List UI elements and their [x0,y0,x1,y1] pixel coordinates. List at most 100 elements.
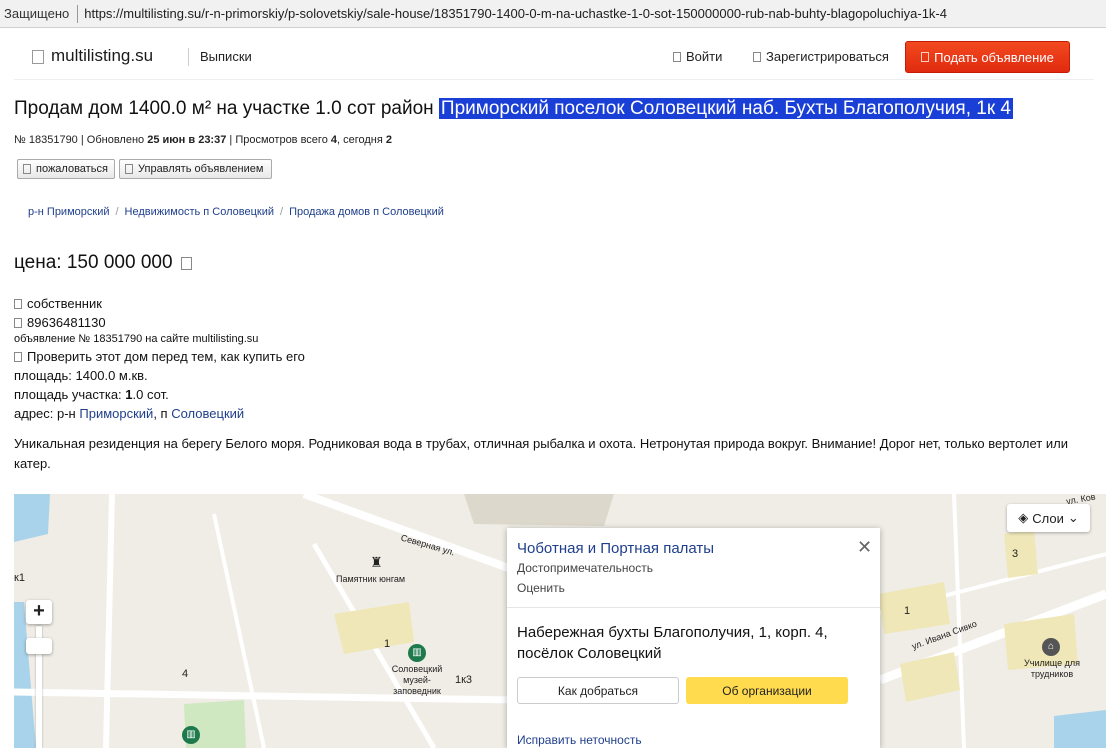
map-building [1004,530,1038,578]
phone-icon [14,318,22,328]
updated-value: 25 июн в 23:37 [147,134,227,146]
popup-title[interactable]: Чоботная и Портная палаты [517,540,714,557]
breadcrumb-separator: / [115,206,119,218]
register-link[interactable]: Зарегистрироваться [753,49,889,64]
popup-address: Набережная бухты Благополучия, 1, корп. … [517,624,828,662]
phone-row[interactable]: 89636481130 [14,315,106,330]
map-label-monument[interactable]: Памятник юнгам [336,574,405,584]
map-label-museum[interactable]: Соловецкий музей-заповедник [384,664,450,697]
place-popup: Чоботная и Портная палаты Достопримечате… [507,528,880,748]
map-house-number: 1 [904,605,911,617]
chevron-down-icon: ⌄ [1067,510,1079,525]
address-row: адрес: р-н Приморский, п Соловецкий [14,406,244,421]
manage-label: Управлять объявлением [138,163,264,175]
site-header: multilisting.su Выписки Войти Зарегистри… [14,34,1094,80]
phone-value: 89636481130 [27,315,106,330]
title-prefix: Продам дом 1400.0 м² на участке 1.0 сот … [14,98,439,119]
address-bar-divider [77,4,79,23]
price: цена: 150 000 000 [14,252,197,274]
zoom-in-button[interactable]: + [26,600,52,624]
today-label: сегодня [343,134,383,146]
updated-label: Обновлено [86,134,145,146]
listing-number: № 18351790 [14,134,78,146]
listing-description: Уникальная резиденция на берегу Белого м… [14,436,1068,471]
currency-icon [180,257,192,270]
close-icon[interactable]: ✕ [857,538,872,556]
school-icon[interactable]: ⌂ [1042,638,1060,656]
layers-label: Слои [1032,510,1064,526]
fix-inaccuracy-link[interactable]: Исправить неточность [517,733,642,747]
post-ad-icon [921,52,930,62]
check-house-link: Проверить этот дом перед тем, как купить… [27,349,305,364]
map-label-school[interactable]: Училище для трудников [1016,658,1088,680]
breadcrumb-separator: / [280,206,284,218]
zoom-slider-handle[interactable] [26,638,52,654]
popup-category: Достопримечательность [517,561,653,575]
register-label: Зарегистрироваться [766,49,889,64]
complain-button[interactable]: пожаловаться [17,159,115,179]
address-sep: , п [153,406,168,421]
manage-listing-button[interactable]: Управлять объявлением [119,159,272,179]
plot-row: площадь участка: 1.0 сот. [14,387,169,402]
map-road [952,494,966,748]
manage-icon [125,164,133,174]
map[interactable]: к1 4 1 1к3 1 3 ♜ Памятник юнгам Северная… [14,494,1106,748]
vypiski-link[interactable]: Выписки [200,49,252,64]
plot-label: площадь участка: [14,387,122,402]
complain-label: пожаловаться [36,163,108,175]
listing-meta: № 18351790 | Обновлено 25 июн в 23:37 | … [14,134,393,146]
museum-icon[interactable]: ▥ [408,644,426,662]
route-button[interactable]: Как добраться [517,677,679,704]
views-label: Просмотров всего [235,134,328,146]
area-row: площадь: 1400.0 м.кв. [14,368,148,383]
secure-label[interactable]: Защищено [0,6,77,21]
title-highlight: Приморский поселок Соловецкий наб. Бухты… [438,98,1013,119]
map-building [900,652,960,702]
login-label: Войти [686,49,723,64]
map-house-number: 1 [384,638,391,650]
address-district-link[interactable]: Приморский [79,406,153,421]
owner-row: собственник [14,296,102,311]
map-road [103,494,115,748]
login-link[interactable]: Войти [673,49,722,64]
site-logo[interactable]: multilisting.su [51,46,153,66]
plot-value-rest: .0 сот. [132,387,169,402]
map-building [334,602,414,654]
logo-icon [32,50,44,64]
register-icon [753,52,761,62]
museum-icon[interactable]: ▥ [182,726,200,744]
monument-icon: ♜ [370,554,383,570]
about-organization-button[interactable]: Об организации [686,677,848,704]
breadcrumb-item-houses[interactable]: Продажа домов п Соловецкий [289,206,444,218]
area-label: площадь: [14,368,72,383]
layers-icon: ◈ [1018,510,1029,525]
url-field[interactable]: https://multilisting.su/r-n-primorskiy/p… [84,6,947,21]
browser-address-bar: Защищено https://multilisting.su/r-n-pri… [0,0,1106,28]
check-house-row[interactable]: Проверить этот дом перед тем, как купить… [14,349,305,364]
map-house-number: 1к3 [455,674,473,686]
check-icon [14,352,22,362]
layers-button[interactable]: ◈ Слои ⌄ [1007,504,1090,532]
views-today: 2 [385,134,393,146]
map-water-right [1054,710,1106,748]
views-total: 4 [330,134,337,146]
post-ad-button[interactable]: Подать объявление [905,41,1070,73]
map-water-top [14,494,50,542]
owner-icon [14,299,22,309]
breadcrumb: р-н Приморский / Недвижимость п Соловецк… [28,206,444,218]
map-building [878,582,950,634]
map-block [464,494,614,526]
breadcrumb-item-district[interactable]: р-н Приморский [28,206,109,218]
address-settlement-link[interactable]: Соловецкий [171,406,244,421]
complain-icon [23,164,31,174]
header-divider [188,48,189,66]
popup-rate-link[interactable]: Оценить [517,581,565,595]
price-value: 150 000 000 [66,252,173,273]
plot-value-bold: 1 [125,387,133,402]
map-house-number: к1 [14,572,25,584]
map-house-number: 3 [1012,548,1019,560]
popup-divider [507,607,880,608]
map-house-number: 4 [182,668,189,680]
ad-on-site: объявление № 18351790 на сайте multilist… [14,333,259,345]
breadcrumb-item-realty[interactable]: Недвижимость п Соловецкий [125,206,274,218]
